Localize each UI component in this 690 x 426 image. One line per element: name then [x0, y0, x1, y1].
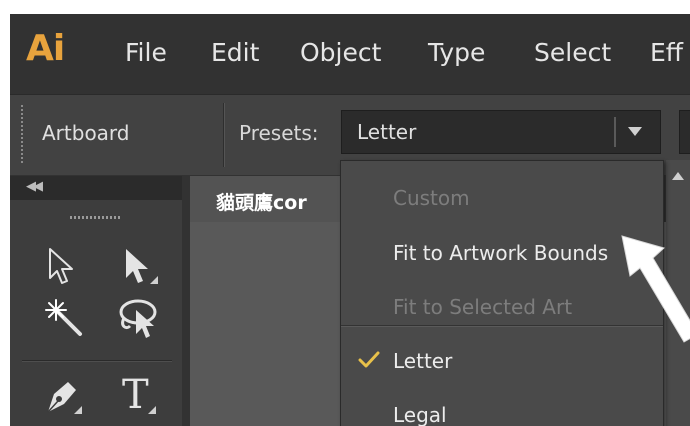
triangle-down-icon[interactable]	[628, 127, 642, 136]
menu-item-fit-to-selected-art: Fit to Selected Art	[393, 295, 573, 319]
menu-bar: Ai File Edit Object Type Select Eff	[10, 14, 690, 90]
presets-dropdown-menu: Custom Fit to Artwork Bounds Fit to Sele…	[340, 160, 664, 426]
tools-panel-grip[interactable]	[70, 216, 120, 219]
control-bar-grip[interactable]	[21, 105, 23, 165]
tools-separator	[22, 360, 172, 361]
checkmark-icon	[358, 350, 380, 374]
menu-separator	[341, 325, 663, 326]
menu-file[interactable]: File	[125, 38, 167, 67]
document-tab-label: 貓頭鷹cor	[216, 192, 307, 214]
control-bar-divider	[223, 103, 224, 167]
magic-wand-tool-icon[interactable]	[44, 298, 86, 340]
presets-dropdown[interactable]: Letter	[341, 110, 661, 154]
tools-panel-header: ◀◀	[10, 176, 182, 200]
presets-value: Letter	[357, 120, 417, 144]
menu-object[interactable]: Object	[300, 38, 381, 67]
svg-text:T: T	[122, 372, 149, 416]
type-tool-icon[interactable]: T	[114, 370, 160, 416]
menu-edit[interactable]: Edit	[211, 38, 259, 67]
pen-tool-icon[interactable]	[42, 372, 86, 416]
app-logo: Ai	[26, 28, 65, 69]
annotation-arrow-icon	[620, 234, 690, 348]
lasso-tool-icon[interactable]	[114, 296, 162, 340]
presets-label: Presets:	[239, 121, 319, 145]
document-tab[interactable]: 貓頭鷹cor	[190, 176, 356, 222]
menu-item-fit-to-artwork-bounds[interactable]: Fit to Artwork Bounds	[393, 241, 608, 265]
scroll-up-icon[interactable]	[672, 172, 684, 180]
double-chevron-left-icon[interactable]: ◀◀	[26, 179, 43, 194]
selection-tool-icon[interactable]	[46, 246, 76, 286]
illustrator-window: Ai File Edit Object Type Select Eff Artb…	[10, 14, 690, 426]
menu-effect[interactable]: Eff	[650, 38, 683, 67]
menu-select[interactable]: Select	[534, 38, 611, 67]
menu-type[interactable]: Type	[428, 38, 485, 67]
presets-dropdown-divider	[614, 117, 616, 147]
direct-selection-tool-icon[interactable]	[122, 246, 162, 288]
artboard-label: Artboard	[42, 121, 130, 145]
next-control-field[interactable]	[679, 110, 690, 154]
menu-item-letter[interactable]: Letter	[393, 349, 452, 373]
menu-item-legal[interactable]: Legal	[393, 403, 447, 426]
menu-item-custom: Custom	[393, 186, 470, 210]
tools-panel: ◀◀ T	[10, 176, 182, 426]
